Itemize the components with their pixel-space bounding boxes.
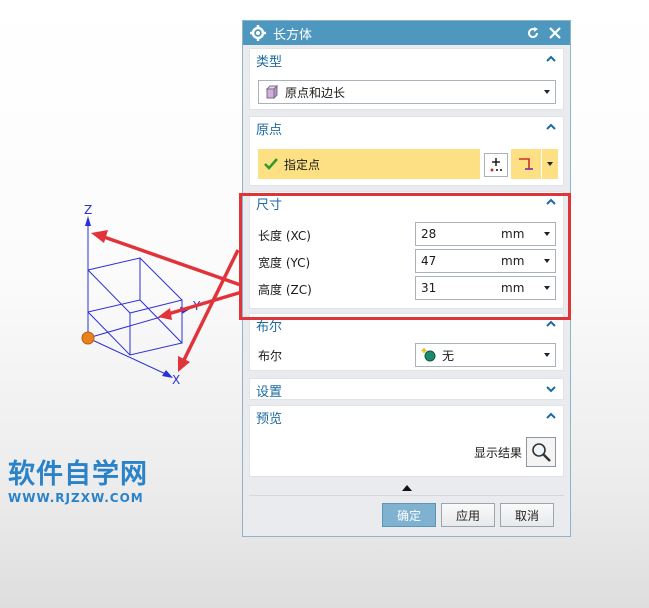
length-label: 长度 (XC): [258, 228, 311, 243]
z-axis-label: Z: [84, 203, 92, 217]
dialog-titlebar[interactable]: 长方体: [243, 21, 570, 45]
chevron-up-icon[interactable]: [545, 196, 557, 208]
type-select[interactable]: 原点和边长: [258, 80, 556, 104]
boolean-section: 布尔 布尔 无: [249, 313, 564, 371]
boolean-value: 无: [442, 348, 455, 363]
point-constructor-icon: [490, 158, 502, 172]
dialog-title: 长方体: [273, 27, 313, 43]
height-input[interactable]: 31 mm: [415, 276, 556, 300]
origin-point[interactable]: [81, 331, 95, 345]
type-section: 类型 原点和边长: [249, 48, 564, 110]
chevron-up-icon[interactable]: [545, 318, 557, 330]
z-axis-arrow: [85, 216, 91, 226]
type-section-title: 类型: [256, 54, 283, 70]
height-label: 高度 (ZC): [258, 282, 312, 297]
width-value[interactable]: 47: [416, 254, 501, 268]
cancel-button[interactable]: 取消: [500, 503, 554, 527]
inferred-point-button[interactable]: [511, 149, 541, 179]
boolean-label: 布尔: [258, 348, 283, 363]
width-input[interactable]: 47 mm: [415, 249, 556, 273]
chevron-down-icon[interactable]: [539, 277, 555, 299]
length-row: 长度 (XC): [258, 224, 311, 246]
specify-point-label: 指定点: [284, 157, 321, 172]
apply-button[interactable]: 应用: [441, 503, 495, 527]
checkmark-icon: [264, 158, 278, 170]
type-select-value: 原点和边长: [285, 85, 346, 100]
width-row: 宽度 (YC): [258, 251, 310, 273]
height-value[interactable]: 31: [416, 281, 501, 295]
show-result-row: 显示结果: [474, 444, 522, 460]
triangle-up-icon[interactable]: [401, 485, 412, 491]
arrow-head-width: [158, 308, 172, 320]
boolean-section-header[interactable]: 布尔: [250, 314, 563, 336]
footer-divider: [249, 495, 564, 496]
arrow-head-length: [91, 230, 108, 243]
chevron-down-icon[interactable]: [545, 383, 557, 395]
show-result-button[interactable]: [526, 437, 556, 467]
preview-section-title: 预览: [256, 411, 283, 427]
length-input[interactable]: 28 mm: [415, 222, 556, 246]
show-result-label: 显示结果: [474, 445, 523, 460]
collapse-toggle[interactable]: [249, 481, 564, 495]
watermark: 软件自学网 WWW.RJZXW.COM: [8, 459, 148, 506]
dimension-section-header[interactable]: 尺寸: [250, 192, 563, 214]
settings-section-header[interactable]: 设置: [250, 379, 563, 401]
watermark-title: 软件自学网: [8, 459, 148, 490]
close-icon[interactable]: [546, 24, 564, 42]
inferred-point-icon: [519, 158, 533, 170]
x-axis-label: X: [172, 373, 180, 387]
settings-section-title: 设置: [256, 384, 283, 400]
magnifier-icon: [532, 443, 551, 462]
chevron-up-icon[interactable]: [545, 410, 557, 422]
box-wireframe: [87, 257, 183, 356]
length-value[interactable]: 28: [416, 227, 501, 241]
gear-icon[interactable]: [249, 24, 267, 42]
preview-section-header[interactable]: 预览: [250, 406, 563, 428]
boolean-none-icon: [421, 348, 436, 362]
chevron-up-icon[interactable]: [545, 121, 557, 133]
dimension-section-title: 尺寸: [256, 197, 283, 213]
block-dialog: 长方体 类型 原点和边长 原点 指定点 尺寸 长度 (XC) 28 mm 宽度 …: [242, 20, 571, 537]
settings-section: 设置: [249, 378, 564, 400]
length-unit: mm: [501, 227, 525, 241]
boolean-row: 布尔: [258, 344, 282, 366]
chevron-up-icon[interactable]: [545, 53, 557, 65]
height-row: 高度 (ZC): [258, 278, 312, 300]
ok-button[interactable]: 确定: [382, 503, 436, 527]
annotation-arrows: [103, 235, 253, 363]
specify-point-row[interactable]: 指定点: [258, 149, 480, 179]
chevron-down-icon[interactable]: [539, 223, 555, 245]
watermark-url: WWW.RJZXW.COM: [8, 491, 144, 505]
type-section-header[interactable]: 类型: [250, 49, 563, 71]
origin-section-header[interactable]: 原点: [250, 117, 563, 139]
preview-section: 预览 显示结果: [249, 405, 564, 477]
origin-section-title: 原点: [256, 122, 283, 138]
width-label: 宽度 (YC): [258, 255, 311, 270]
chevron-down-icon[interactable]: [539, 344, 555, 366]
boolean-section-title: 布尔: [256, 319, 283, 335]
chevron-down-icon[interactable]: [539, 81, 555, 103]
inferred-point-dropdown[interactable]: [542, 149, 558, 179]
axes: [87, 222, 186, 377]
chevron-down-icon[interactable]: [539, 250, 555, 272]
reset-icon[interactable]: [524, 24, 542, 42]
width-unit: mm: [501, 254, 525, 268]
dimension-section: 尺寸 长度 (XC) 28 mm 宽度 (YC) 47 mm 高度 (ZC) 3…: [249, 191, 564, 309]
boolean-select[interactable]: 无: [415, 343, 556, 367]
block-icon: [265, 85, 279, 99]
height-unit: mm: [501, 281, 525, 295]
origin-section: 原点 指定点: [249, 116, 564, 186]
point-dialog-button[interactable]: [484, 153, 508, 177]
